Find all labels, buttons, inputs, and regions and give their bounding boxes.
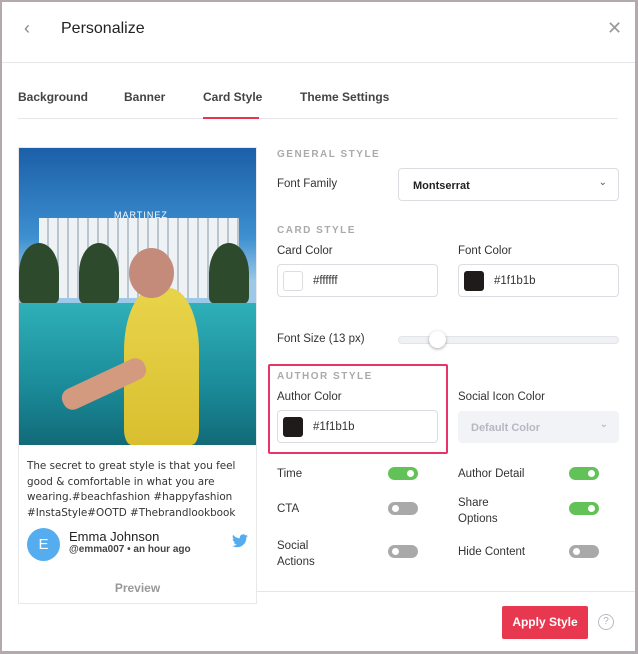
tab-banner[interactable]: Banner	[124, 90, 165, 104]
preview-card: MARTINEZ The secret to great style is th…	[18, 147, 257, 604]
toggle-label-social-actions: Social Actions	[277, 540, 315, 568]
chevron-down-icon: ⌄	[598, 177, 607, 188]
dialog-title: Personalize	[61, 20, 145, 37]
footer-divider	[257, 591, 635, 592]
author-color-value: #1f1b1b	[313, 421, 355, 433]
font-color-swatch[interactable]	[464, 271, 484, 291]
social-actions-toggle[interactable]	[388, 545, 418, 558]
font-size-label: Font Size (13 px)	[277, 333, 365, 345]
general-style-heading: GENERAL STYLE	[277, 149, 381, 160]
image-sign-text: MARTINEZ	[114, 210, 168, 220]
font-family-label: Font Family	[277, 178, 338, 190]
social-icon-color-placeholder: Default Color	[471, 422, 541, 434]
close-icon[interactable]: ✕	[607, 18, 622, 39]
font-family-select[interactable]: Montserrat ⌄	[398, 168, 619, 201]
hide-content-toggle[interactable]	[569, 545, 599, 558]
author-color-swatch[interactable]	[283, 417, 303, 437]
font-color-input[interactable]: #1f1b1b	[458, 264, 619, 297]
font-color-value: #1f1b1b	[494, 275, 536, 287]
card-color-value: #ffffff	[313, 275, 338, 287]
preview-label: Preview	[114, 581, 161, 595]
author-style-heading: AUTHOR STYLE	[277, 371, 373, 382]
toggle-label-share-options: Share Options	[458, 497, 498, 525]
card-style-heading: CARD STYLE	[277, 225, 356, 236]
twitter-icon	[232, 534, 248, 548]
help-icon[interactable]: ?	[598, 614, 614, 630]
font-family-value: Montserrat	[413, 180, 470, 192]
time-toggle[interactable]	[388, 467, 418, 480]
cta-toggle[interactable]	[388, 502, 418, 515]
card-color-input[interactable]: #ffffff	[277, 264, 438, 297]
toggle-label-time: Time	[277, 468, 303, 480]
social-icon-color-label: Social Icon Color	[458, 391, 545, 403]
card-color-swatch[interactable]	[283, 271, 303, 291]
apply-style-button[interactable]: Apply Style	[502, 606, 588, 639]
share-options-toggle[interactable]	[569, 502, 599, 515]
author-meta: @emma007 • an hour ago	[69, 544, 191, 555]
font-color-label: Font Color	[458, 245, 512, 257]
tab-background[interactable]: Background	[18, 90, 88, 104]
tab-card-style[interactable]: Card Style	[203, 90, 262, 104]
post-image: MARTINEZ	[19, 148, 256, 445]
header-divider	[2, 62, 635, 63]
back-icon[interactable]: ‹	[24, 18, 30, 39]
font-size-slider-handle[interactable]	[429, 331, 446, 348]
author-detail-toggle[interactable]	[569, 467, 599, 480]
social-icon-color-select[interactable]: Default Color ⌄	[458, 411, 619, 443]
toggle-label-hide-content: Hide Content	[458, 546, 526, 558]
chevron-down-icon: ⌄	[599, 419, 608, 430]
author-color-input[interactable]: #1f1b1b	[277, 410, 438, 443]
toggle-label-cta: CTA	[277, 503, 300, 515]
card-color-label: Card Color	[277, 245, 333, 257]
post-text: The secret to great style is that you fe…	[27, 460, 236, 519]
author-color-label: Author Color	[277, 391, 342, 403]
author-name: Emma Johnson	[69, 529, 160, 544]
avatar: E	[27, 528, 60, 561]
tabs-divider	[18, 118, 618, 119]
tab-theme-settings[interactable]: Theme Settings	[300, 90, 389, 104]
active-tab-indicator	[203, 117, 259, 119]
toggle-label-author-detail: Author Detail	[458, 468, 525, 480]
